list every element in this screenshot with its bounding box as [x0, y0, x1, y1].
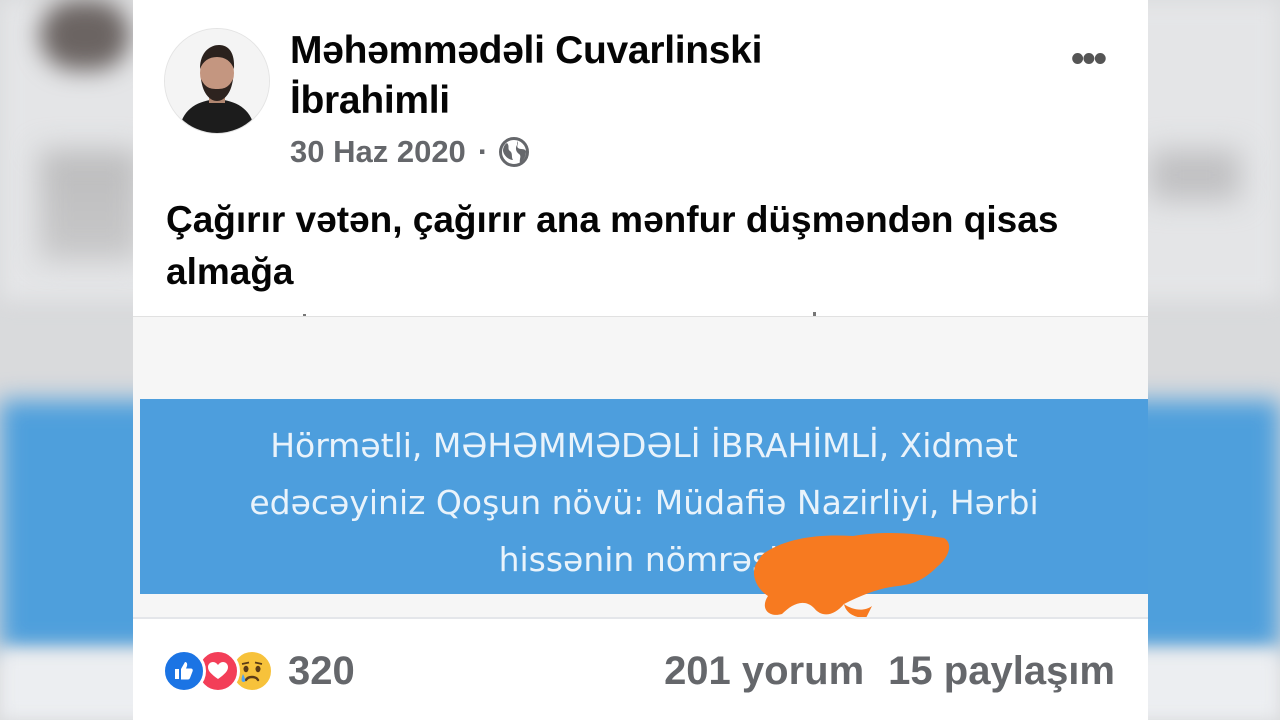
- shared-screenshot-image[interactable]: Hörmətli, MƏHƏMMƏDƏLİ İBRAHİMLİ, Xidmət …: [133, 317, 1148, 618]
- background-blur-text-left: [40, 150, 140, 260]
- more-options-icon[interactable]: •••: [1071, 38, 1107, 81]
- background-blur-avatar: [40, 0, 130, 70]
- globe-icon: [498, 136, 530, 168]
- notification-line-3: hissənin nömrəsi:: [498, 540, 790, 579]
- background-blur-text-right: [1150, 150, 1240, 200]
- comment-count-link[interactable]: 201 yorum: [664, 649, 864, 694]
- post-text: Çağırır vətən, çağırır ana mənfur düşmən…: [166, 199, 1059, 292]
- notification-line-1: Hörmətli, MƏHƏMMƏDƏLİ İBRAHİMLİ, Xidmət: [270, 426, 1018, 465]
- meta-separator: ·: [477, 134, 489, 169]
- profile-photo: [165, 29, 269, 133]
- notification-line-2: edəcəyiniz Qoşun növü: Müdafiə Nazirliyi…: [249, 483, 1039, 522]
- reactions-summary[interactable]: 320: [162, 645, 355, 697]
- reaction-count: 320: [288, 648, 355, 693]
- redaction-scribble: [753, 532, 950, 618]
- share-count-link[interactable]: 15 paylaşım: [888, 649, 1115, 694]
- author-name-line1: Məhəmmədəli Cuvarlinski: [290, 29, 763, 72]
- post-meta: 30 Haz 2020 ·: [290, 132, 530, 172]
- notification-box: Hörmətli, MƏHƏMMƏDƏLİ İBRAHİMLİ, Xidmət …: [140, 399, 1148, 594]
- post-date[interactable]: 30 Haz 2020: [290, 134, 466, 170]
- facebook-post-card: Məhəmmədəli Cuvarlinski İbrahimli ••• 30…: [133, 0, 1148, 720]
- author-name[interactable]: Məhəmmədəli Cuvarlinski İbrahimli: [290, 26, 910, 126]
- author-name-line2: İbrahimli: [290, 79, 450, 122]
- engagement-stats: 201 yorum 15 paylaşım: [664, 645, 1115, 697]
- like-icon: [162, 649, 206, 693]
- footer-divider: [133, 617, 1148, 619]
- avatar[interactable]: [164, 28, 270, 134]
